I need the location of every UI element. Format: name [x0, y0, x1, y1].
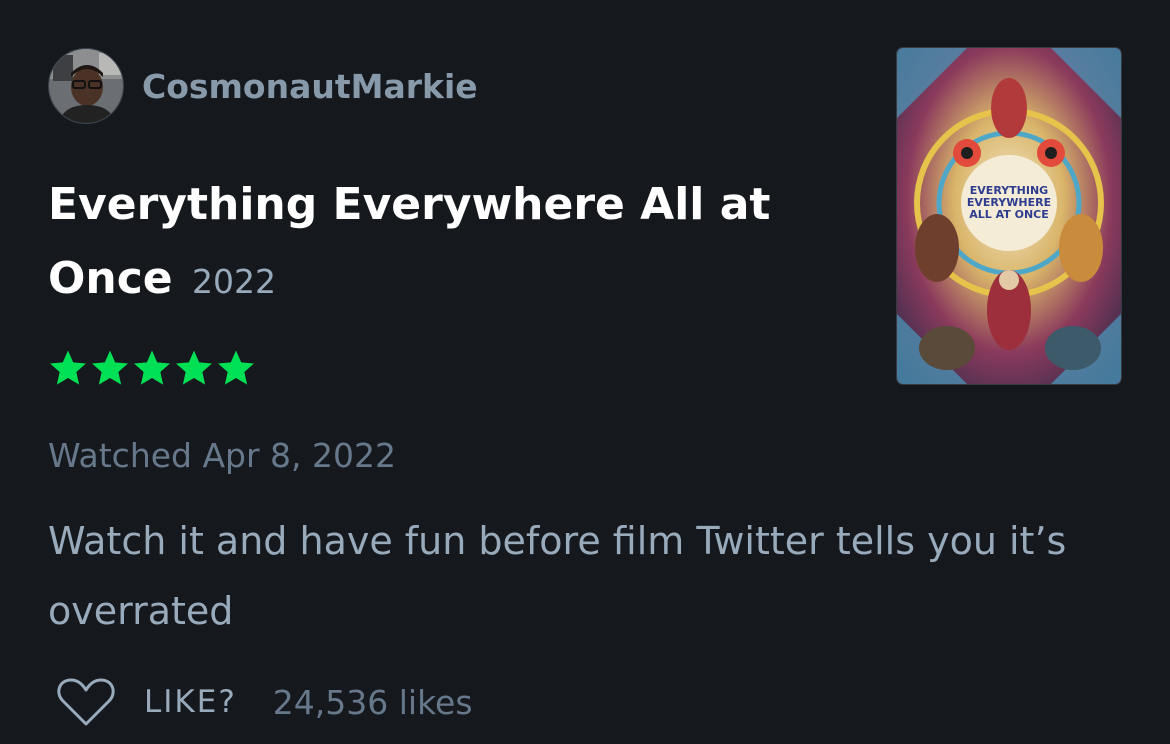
likes-count[interactable]: 24,536 likes [273, 683, 473, 722]
user-avatar-icon [49, 49, 123, 123]
like-button[interactable]: LIKE? [144, 684, 237, 720]
star-icon [134, 350, 170, 385]
author-username[interactable]: CosmonautMarkie [142, 67, 478, 106]
star-rating [48, 348, 256, 388]
film-title-block[interactable]: Everything Everywhere All at Once 2022 [48, 168, 848, 319]
film-poster[interactable]: EVERYTHING EVERYWHERE ALL AT ONCE [897, 48, 1121, 384]
film-year[interactable]: 2022 [192, 262, 276, 301]
poster-image: EVERYTHING EVERYWHERE ALL AT ONCE [897, 48, 1121, 384]
film-title[interactable]: Everything Everywhere All at Once [48, 179, 770, 304]
review-body: Watch it and have fun before film Twitte… [48, 519, 1067, 633]
watched-date: Watched Apr 8, 2022 [48, 436, 397, 475]
review-card: CosmonautMarkie Everything Everywhere Al… [0, 0, 1170, 744]
review-author[interactable]: CosmonautMarkie [48, 48, 478, 124]
star-icon [176, 350, 212, 385]
star-icon [92, 350, 128, 385]
review-actions: LIKE? 24,536 likes [56, 672, 473, 732]
poster-title-line: ALL AT ONCE [969, 208, 1049, 221]
heart-outline-icon[interactable] [56, 676, 116, 728]
star-icon [218, 350, 254, 385]
star-icon [50, 350, 86, 385]
author-avatar[interactable] [48, 48, 124, 124]
